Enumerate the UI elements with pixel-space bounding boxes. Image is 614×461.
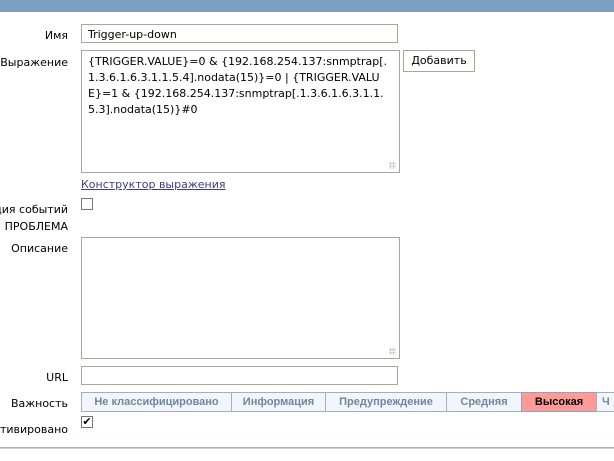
enabled-checkbox[interactable]: ✔ <box>81 416 93 428</box>
add-button[interactable]: Добавить <box>403 50 475 72</box>
problem-label: ПРОБЛЕМА <box>4 220 68 233</box>
severity-information[interactable]: Информация <box>231 392 326 412</box>
expression-label: Выражение <box>0 56 68 69</box>
expression-textarea[interactable]: {TRIGGER.VALUE}=0 & {192.168.254.137:snm… <box>81 50 400 173</box>
severity-average[interactable]: Средняя <box>446 392 522 412</box>
severity-high[interactable]: Высокая <box>521 392 597 412</box>
severity-selector: Не классифицировано Информация Предупреж… <box>81 392 614 412</box>
name-input[interactable]: Trigger-up-down <box>81 24 398 43</box>
divider <box>0 447 614 449</box>
severity-label: Важность <box>10 397 68 410</box>
expression-constructor-link[interactable]: Конструктор выражения <box>81 178 225 191</box>
header-bar <box>0 0 614 12</box>
description-label: Описание <box>11 242 68 255</box>
severity-not-classified[interactable]: Не классифицировано <box>81 392 232 412</box>
multiple-events-label: ция событий <box>0 203 68 216</box>
resize-grip-icon[interactable] <box>389 162 396 169</box>
expression-text: {TRIGGER.VALUE}=0 & {192.168.254.137:snm… <box>88 55 387 116</box>
severity-disaster[interactable]: Ч <box>596 392 614 412</box>
url-input[interactable] <box>81 366 398 385</box>
check-icon: ✔ <box>82 415 92 428</box>
resize-grip-icon[interactable] <box>389 348 396 355</box>
url-label: URL <box>46 371 68 384</box>
severity-warning[interactable]: Предупреждение <box>325 392 447 412</box>
multiple-events-checkbox[interactable] <box>81 198 93 210</box>
description-textarea[interactable] <box>81 237 400 359</box>
name-label: Имя <box>44 29 68 42</box>
enabled-label: тивировано <box>0 423 68 436</box>
